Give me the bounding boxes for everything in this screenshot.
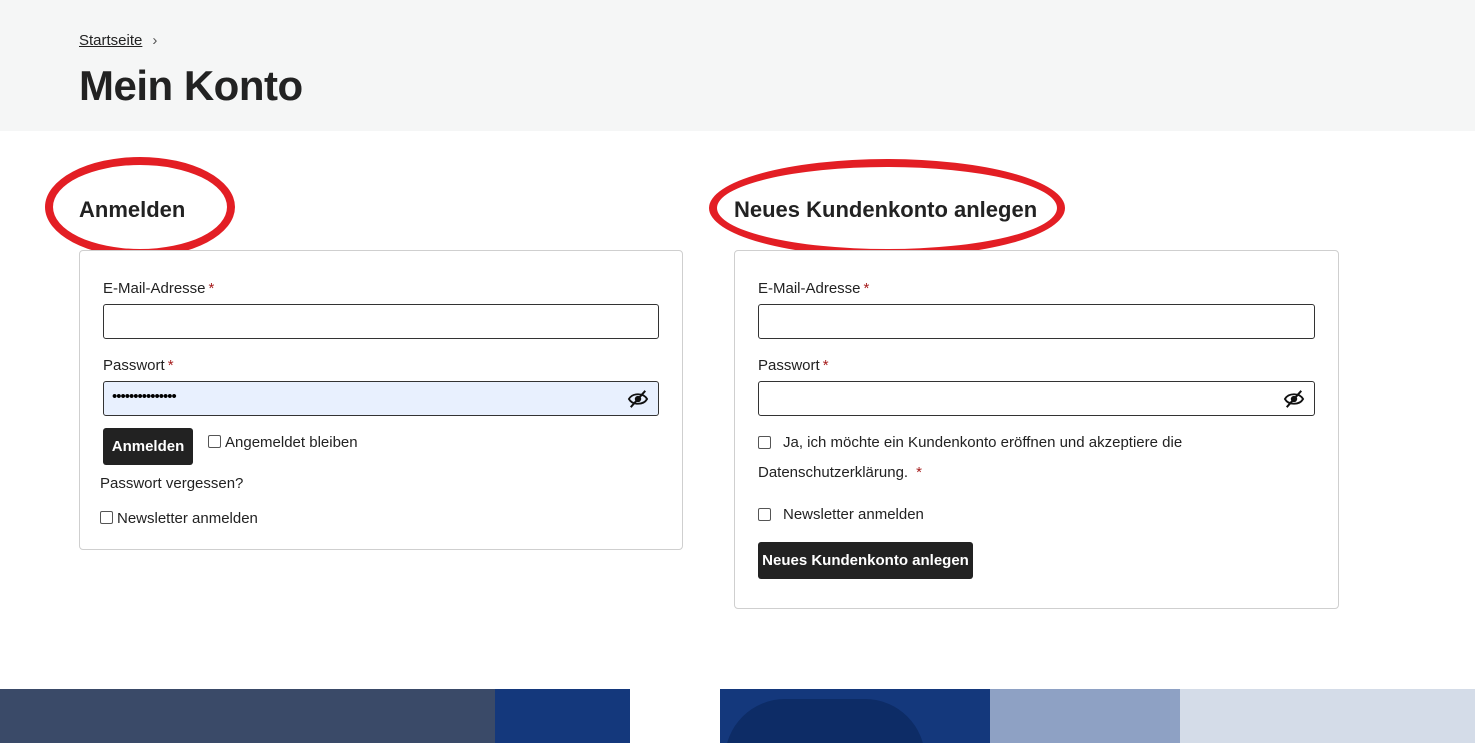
footer-banner-image: [0, 689, 1475, 743]
required-marker: *: [208, 280, 215, 297]
page-title: Mein Konto: [79, 62, 303, 109]
login-email-label: E-Mail-Adresse *: [103, 280, 215, 297]
register-heading: Neues Kundenkonto anlegen: [734, 197, 1038, 222]
consent-label-line1: Ja, ich möchte ein Kundenkonto eröffnen …: [783, 434, 1183, 451]
register-email-label: E-Mail-Adresse *: [758, 280, 870, 297]
eye-slash-icon[interactable]: [627, 389, 649, 409]
remember-me-checkbox[interactable]: [208, 435, 221, 448]
register-submit-button[interactable]: Neues Kundenkonto anlegen: [758, 542, 973, 579]
remember-me-label: Angemeldet bleiben: [225, 434, 358, 451]
login-email-input[interactable]: [103, 304, 659, 339]
breadcrumb: Startseite ›: [79, 32, 157, 49]
register-password-label: Passwort *: [758, 357, 829, 374]
consent-label-line2: Datenschutzerklärung. *: [758, 464, 922, 481]
banner-sky-light: [1180, 689, 1475, 743]
login-password-label: Passwort *: [103, 357, 174, 374]
required-marker: *: [863, 280, 870, 297]
chevron-right-icon: ›: [152, 32, 158, 49]
register-newsletter-label: Newsletter anmelden: [783, 506, 924, 523]
login-heading: Anmelden: [79, 197, 186, 222]
banner-sky-mid: [990, 689, 1200, 743]
login-newsletter-label: Newsletter anmelden: [117, 510, 258, 527]
password-mask: •••••••••••••••: [112, 388, 177, 405]
login-newsletter-checkbox[interactable]: [100, 511, 113, 524]
required-marker: *: [822, 357, 829, 374]
required-marker: *: [916, 464, 922, 481]
register-password-input[interactable]: [758, 381, 1315, 416]
login-password-input[interactable]: •••••••••••••••: [103, 381, 659, 416]
forgot-password-link[interactable]: Passwort vergessen?: [100, 475, 243, 492]
eye-slash-icon[interactable]: [1283, 389, 1305, 409]
register-newsletter-checkbox[interactable]: [758, 508, 771, 521]
banner-sign-white: [630, 689, 720, 743]
consent-checkbox[interactable]: [758, 436, 771, 449]
required-marker: *: [167, 357, 174, 374]
breadcrumb-home-link[interactable]: Startseite: [79, 32, 142, 49]
login-submit-button[interactable]: Anmelden: [103, 428, 193, 465]
register-email-input[interactable]: [758, 304, 1315, 339]
